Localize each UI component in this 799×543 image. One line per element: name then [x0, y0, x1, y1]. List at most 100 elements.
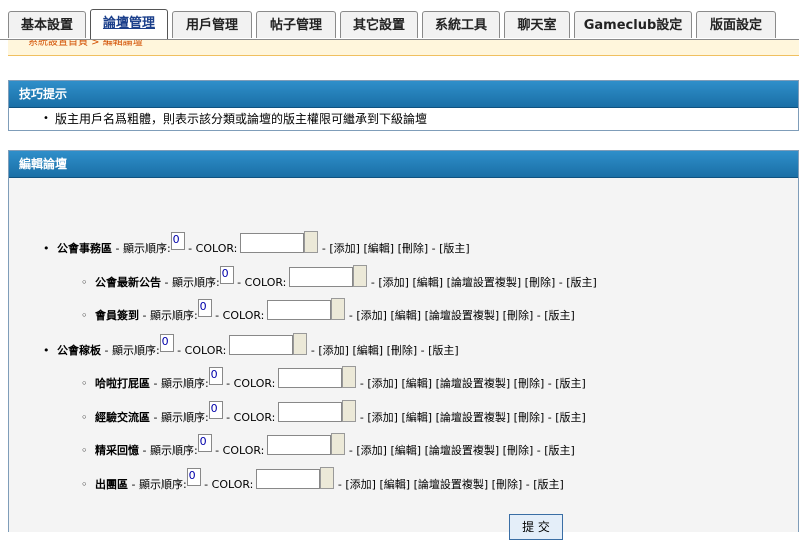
delete-link[interactable]: [刪除] [525, 276, 556, 289]
color-label: - COLOR: [226, 411, 276, 424]
tab-forum-management[interactable]: 論壇管理 [90, 9, 168, 40]
copy-settings-link[interactable]: [論壇設置複製] [436, 377, 511, 390]
color-picker-swatch[interactable] [342, 400, 357, 422]
copy-settings-link[interactable]: [論壇設置複製] [436, 411, 511, 424]
add-link[interactable]: [添加] [378, 276, 409, 289]
breadcrumb[interactable]: 系統設置首頁 > 編輯論壇 [8, 40, 799, 56]
moderator-link[interactable]: [版主] [555, 377, 586, 390]
copy-settings-link[interactable]: [論壇設置複製] [425, 309, 500, 322]
separator: - [310, 344, 315, 357]
edit-link[interactable]: [編輯] [379, 478, 410, 491]
edit-link[interactable]: [編輯] [412, 276, 443, 289]
display-order-input[interactable]: 0 [186, 468, 201, 486]
forum-name[interactable]: 公會最新公告 [95, 276, 161, 289]
display-order-input[interactable]: 0 [197, 299, 212, 317]
display-order-input[interactable]: 0 [159, 334, 174, 352]
color-input[interactable] [267, 435, 332, 455]
color-input[interactable] [240, 233, 305, 253]
delete-link[interactable]: [刪除] [503, 309, 534, 322]
submit-button[interactable]: 提 交 [509, 514, 563, 540]
forum-row: ◦ 出團區 - 顯示順序:0 - COLOR: - [添加] [編輯] [論壇設置… [81, 467, 564, 496]
separator: - [348, 444, 353, 457]
tab-system-tools[interactable]: 系統工具 [422, 11, 500, 38]
display-order-input[interactable]: 0 [197, 434, 212, 452]
forum-name[interactable]: 公會稼板 [57, 344, 101, 357]
display-order-input[interactable]: 0 [170, 232, 185, 250]
separator: - [359, 411, 364, 424]
copy-settings-link[interactable]: [論壇設置複製] [447, 276, 522, 289]
tab-post-management[interactable]: 帖子管理 [256, 11, 336, 38]
order-label: - 顯示順序: [142, 309, 198, 322]
tab-other-settings[interactable]: 其它設置 [340, 11, 418, 38]
forum-row: • 公會稼板 - 顯示順序:0 - COLOR: - [添加] [編輯] [刪除]… [43, 333, 459, 362]
tab-bar: 基本設置 論壇管理 用戶管理 帖子管理 其它設置 系統工具 聊天室 Gamecl… [0, 0, 799, 40]
display-order-input[interactable]: 0 [208, 367, 223, 385]
forum-row: ◦ 經驗交流區 - 顯示順序:0 - COLOR: - [添加] [編輯] [論壇… [81, 400, 586, 429]
delete-link[interactable]: [刪除] [387, 344, 418, 357]
display-order-input[interactable]: 0 [208, 401, 223, 419]
moderator-link[interactable]: [版主] [555, 411, 586, 424]
moderator-link[interactable]: [版主] [428, 344, 459, 357]
color-picker-swatch[interactable] [320, 467, 335, 489]
edit-link[interactable]: [編輯] [352, 344, 383, 357]
edit-link[interactable]: [編輯] [390, 444, 421, 457]
moderator-link[interactable]: [版主] [544, 309, 575, 322]
tab-gameclub-settings[interactable]: Gameclub設定 [574, 11, 692, 38]
color-input[interactable] [278, 368, 343, 388]
order-label: - 顯示順序: [142, 444, 198, 457]
add-link[interactable]: [添加] [367, 411, 398, 424]
delete-link[interactable]: [刪除] [514, 411, 545, 424]
delete-link[interactable]: [刪除] [492, 478, 523, 491]
edit-link[interactable]: [編輯] [363, 242, 394, 255]
add-link[interactable]: [添加] [318, 344, 349, 357]
add-link[interactable]: [添加] [329, 242, 360, 255]
separator: - [348, 309, 353, 322]
tab-basic-settings[interactable]: 基本設置 [8, 11, 86, 38]
order-label: - 顯示順序: [153, 411, 209, 424]
color-input[interactable] [256, 469, 321, 489]
separator: - [536, 444, 541, 457]
color-picker-swatch[interactable] [331, 433, 346, 455]
add-link[interactable]: [添加] [345, 478, 376, 491]
copy-settings-link[interactable]: [論壇設置複製] [425, 444, 500, 457]
delete-link[interactable]: [刪除] [514, 377, 545, 390]
add-link[interactable]: [添加] [367, 377, 398, 390]
tab-layout-settings[interactable]: 版面設定 [696, 11, 776, 38]
color-picker-swatch[interactable] [293, 333, 308, 355]
edit-link[interactable]: [編輯] [401, 411, 432, 424]
delete-link[interactable]: [刪除] [398, 242, 429, 255]
forum-name[interactable]: 公會事務區 [57, 242, 112, 255]
forum-name[interactable]: 出團區 [95, 478, 128, 491]
color-picker-swatch[interactable] [304, 231, 319, 253]
color-picker-swatch[interactable] [353, 265, 368, 287]
tips-text: 版主用戶名爲粗體，則表示該分類或論壇的版主權限可繼承到下級論壇 [9, 108, 798, 130]
edit-link[interactable]: [編輯] [401, 377, 432, 390]
tab-chatroom[interactable]: 聊天室 [504, 11, 570, 38]
color-label: - COLOR: [215, 444, 265, 457]
moderator-link[interactable]: [版主] [533, 478, 564, 491]
forum-name[interactable]: 會員簽到 [95, 309, 139, 322]
color-label: - COLOR: [226, 377, 276, 390]
forum-name[interactable]: 經驗交流區 [95, 411, 150, 424]
color-picker-swatch[interactable] [342, 366, 357, 388]
moderator-link[interactable]: [版主] [544, 444, 575, 457]
tips-title: 技巧提示 [9, 81, 798, 108]
color-input[interactable] [267, 300, 332, 320]
color-input[interactable] [289, 267, 354, 287]
moderator-link[interactable]: [版主] [439, 242, 470, 255]
copy-settings-link[interactable]: [論壇設置複製] [414, 478, 489, 491]
color-picker-swatch[interactable] [331, 298, 346, 320]
delete-link[interactable]: [刪除] [503, 444, 534, 457]
color-input[interactable] [278, 402, 343, 422]
display-order-input[interactable]: 0 [219, 266, 234, 284]
edit-link[interactable]: [編輯] [390, 309, 421, 322]
add-link[interactable]: [添加] [356, 444, 387, 457]
moderator-link[interactable]: [版主] [566, 276, 597, 289]
separator: - [525, 478, 530, 491]
color-input[interactable] [229, 335, 294, 355]
add-link[interactable]: [添加] [356, 309, 387, 322]
forum-name[interactable]: 精采回憶 [95, 444, 139, 457]
forum-row: • 公會事務區 - 顯示順序:0 - COLOR: - [添加] [編輯] [刪除… [43, 231, 470, 260]
tab-user-management[interactable]: 用戶管理 [172, 11, 252, 38]
forum-name[interactable]: 哈啦打屁區 [95, 377, 150, 390]
